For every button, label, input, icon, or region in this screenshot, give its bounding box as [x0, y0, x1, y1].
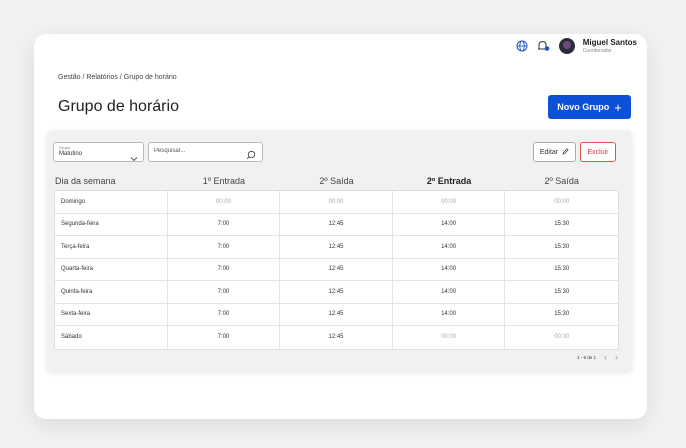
- page-title: Grupo de horário: [58, 98, 179, 115]
- new-group-button-label: Novo Grupo: [557, 102, 610, 112]
- time-cell: 14:00: [393, 258, 506, 280]
- group-select-value: Matutino: [59, 151, 83, 157]
- time-cell: 7:00: [168, 303, 281, 325]
- weekday-cell: Sexta-feira: [55, 303, 168, 325]
- next-page-icon[interactable]: ›: [615, 352, 618, 362]
- edit-button-label: Editar: [539, 148, 559, 156]
- time-cell: 7:00: [168, 258, 281, 280]
- new-group-button[interactable]: Novo Grupo +: [548, 95, 631, 119]
- time-cell: 12:45: [280, 258, 393, 280]
- user-info[interactable]: Miguel Santos Coordenador: [582, 37, 637, 54]
- time-cell: 7:00: [168, 236, 281, 258]
- weekday-cell: Quinta-feira: [55, 281, 168, 303]
- avatar[interactable]: [558, 38, 575, 54]
- time-cell: 00:00: [280, 191, 393, 213]
- table-row[interactable]: Segunda-feira 7:00 12:45 14:00 15:30: [55, 213, 618, 236]
- time-cell: 7:00: [168, 326, 281, 349]
- time-cell: 7:00: [168, 213, 281, 235]
- time-cell: 15:30: [554, 243, 570, 250]
- globe-icon[interactable]: [515, 39, 529, 53]
- time-cell: 00:00: [554, 198, 570, 205]
- column-header: 2º Saída: [544, 176, 579, 186]
- column-header: Dia da semana: [55, 176, 116, 186]
- group-select-label: Grupo: [59, 145, 71, 150]
- table-row[interactable]: Sábado 7:00 12:45 00:00 00:00: [55, 326, 618, 349]
- search-field[interactable]: [148, 142, 263, 162]
- time-cell: 7:00: [168, 281, 281, 303]
- search-icon[interactable]: [246, 147, 256, 165]
- weekday-cell: Sábado: [55, 326, 168, 349]
- time-cell: 12:45: [280, 281, 393, 303]
- table-row[interactable]: Sexta-feira 7:00 12:45 14:00 15:30: [55, 303, 618, 326]
- time-cell: 00:00: [554, 334, 570, 341]
- time-cell: 12:45: [280, 303, 393, 325]
- notification-icon[interactable]: [537, 39, 551, 53]
- time-cell: 14:00: [393, 303, 506, 325]
- time-cell: 12:45: [280, 326, 393, 349]
- column-header: 1º Entrada: [202, 176, 246, 186]
- top-bar: Miguel Santos Coordenador: [515, 38, 637, 54]
- table-row[interactable]: Terça-feira 7:00 12:45 14:00 15:30: [55, 236, 618, 259]
- pagination: 1 - 9 de 1 ‹ ›: [577, 352, 618, 362]
- breadcrumb[interactable]: Gestão / Relatórios / Grupo de horário: [58, 74, 177, 81]
- table-row[interactable]: Quinta-feira 7:00 12:45 14:00 15:30: [55, 281, 618, 304]
- time-cell: 00:00: [393, 191, 506, 213]
- chevron-down-icon: [130, 149, 138, 167]
- table-header: Dia da semana 1º Entrada 2º Saída 2º Entrad…: [55, 174, 618, 188]
- user-name: Miguel Santos: [582, 37, 637, 47]
- time-cell: 15:30: [554, 266, 570, 273]
- pencil-icon: [562, 147, 569, 157]
- table-row[interactable]: Quarta-feira 7:00 12:45 14:00 15:30: [55, 258, 618, 281]
- time-cell: 00:00: [168, 191, 281, 213]
- time-cell: 15:30: [554, 311, 570, 318]
- edit-button[interactable]: Editar: [533, 142, 576, 162]
- column-header: 2º Entrada: [426, 176, 472, 186]
- time-cell: 14:00: [393, 281, 506, 303]
- main-card: Miguel Santos Coordenador Gestão / Relat…: [34, 34, 647, 419]
- user-role: Coordenador: [582, 47, 612, 54]
- previous-page-icon[interactable]: ‹: [604, 352, 607, 362]
- time-cell: 12:45: [280, 236, 393, 258]
- pagination-range: 1 - 9 de 1: [576, 354, 596, 360]
- table-row[interactable]: Domingo 00:00 00:00 00:00 00:00: [55, 191, 618, 214]
- time-cell: 00:00: [393, 326, 506, 349]
- group-select[interactable]: Grupo Matutino: [53, 142, 144, 162]
- search-input[interactable]: [154, 148, 244, 154]
- time-cell: 15:30: [554, 288, 570, 295]
- time-cell: 14:00: [393, 213, 506, 235]
- delete-button[interactable]: Excluir: [580, 142, 616, 162]
- schedule-panel: Grupo Matutino Editar Excluir Dia da sem…: [47, 130, 632, 371]
- schedule-table: Domingo 00:00 00:00 00:00 00:00 Segunda-feira…: [54, 190, 619, 350]
- weekday-cell: Terça-feira: [55, 236, 168, 258]
- time-cell: 15:30: [554, 221, 570, 228]
- weekday-cell: Quarta-feira: [55, 258, 168, 280]
- time-cell: 14:00: [393, 236, 506, 258]
- column-header: 2º Saída: [319, 176, 354, 186]
- time-cell: 12:45: [280, 213, 393, 235]
- plus-icon: +: [614, 99, 622, 115]
- weekday-cell: Segunda-feira: [55, 213, 168, 235]
- weekday-cell: Domingo: [55, 191, 168, 213]
